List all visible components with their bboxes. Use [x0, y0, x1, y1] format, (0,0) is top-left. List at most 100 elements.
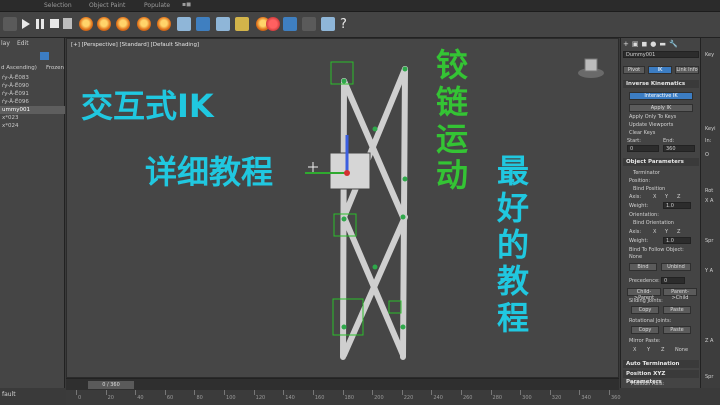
panel2-label: Spr	[705, 238, 714, 244]
title-hinge-motion: 铰链运动	[435, 46, 468, 195]
mirror-none-radio[interactable]: None	[675, 347, 688, 353]
timeline-tick-label: 260	[462, 395, 473, 401]
display-icon-1[interactable]	[283, 17, 297, 31]
object-name-field[interactable]: Dummy001	[623, 51, 699, 58]
end-label: End:	[663, 138, 675, 144]
child-parent-button[interactable]: Child->Parent	[627, 288, 661, 301]
orient-axis-x-checkbox[interactable]: X	[653, 229, 656, 235]
particle-icon-3[interactable]	[116, 17, 130, 31]
list-item-selected[interactable]: ummy001	[0, 106, 65, 114]
command-panel: +▣◼●▬🔧 Dummy001 Pivot IK Link Info Inver…	[620, 38, 700, 388]
menu-populate[interactable]: Populate	[144, 2, 170, 9]
frozen-column-header[interactable]: Frozen	[46, 65, 64, 71]
tab-pivot[interactable]: Pivot	[623, 66, 645, 74]
truss-frame	[340, 66, 408, 360]
trackbar[interactable]: 0 20 40 60 80 100 120 140 160 180 200 220 240 260 280 3…	[66, 390, 621, 405]
timeline-tick-label: 0	[78, 395, 82, 401]
menu-object-paint[interactable]: Object Paint	[89, 2, 125, 9]
tab-ik[interactable]: IK	[648, 66, 672, 74]
orient-axis-z-checkbox[interactable]: Z	[677, 229, 680, 235]
list-item[interactable]: ŕy-Â-Ë083	[0, 74, 65, 82]
unbind-button[interactable]: Unbind	[661, 263, 691, 271]
selected-dummy	[305, 135, 371, 190]
layer-label[interactable]: fault	[2, 391, 16, 398]
section-inverse-kinematics[interactable]: Inverse Kinematics	[623, 80, 699, 88]
mirror-z-radio[interactable]: Z	[661, 347, 664, 353]
panel2-label: Keyi	[705, 126, 716, 132]
apply-only-keys-checkbox[interactable]: Apply Only To Keys	[629, 114, 676, 120]
record-icon[interactable]	[266, 17, 280, 31]
orient-weight-field[interactable]: 1.0	[663, 237, 691, 244]
terminator-checkbox[interactable]: Terminator	[633, 170, 660, 176]
viewport-label[interactable]: [+] [Perspective] [Standard] [Default Sh…	[71, 42, 199, 48]
filter-dropdown-icon[interactable]	[40, 52, 49, 60]
bind-position-checkbox[interactable]: Bind Position	[633, 186, 665, 192]
list-item[interactable]: ŕy-Â-Ë090	[0, 82, 65, 90]
orient-axis-y-checkbox[interactable]: Y	[665, 229, 668, 235]
timeline-tick-label: 360	[611, 395, 621, 401]
rotational-paste-button[interactable]: Paste	[663, 326, 691, 334]
timeline-tick	[224, 390, 226, 395]
orientation-label: Orientation:	[629, 212, 659, 218]
timeline-tick-label: 160	[314, 395, 325, 401]
weight-field[interactable]: 1.0	[663, 202, 691, 209]
bind-button[interactable]: Bind	[629, 263, 657, 271]
interactive-ik-button[interactable]: Interactive IK	[629, 92, 693, 100]
position-label: Position:	[629, 178, 651, 184]
menu-selection[interactable]: Selection	[44, 2, 72, 9]
end-field[interactable]: 360	[663, 145, 695, 152]
sliding-joints-label: Sliding Joints:	[629, 298, 663, 304]
precedence-field[interactable]: 0	[661, 277, 685, 284]
particle-icon-1[interactable]	[79, 17, 93, 31]
list-item[interactable]: x*024	[0, 122, 65, 130]
force-icon-1[interactable]	[177, 17, 191, 31]
pause-icon[interactable]	[36, 19, 39, 29]
explorer-tab-display[interactable]: lay	[1, 40, 10, 47]
display-icon-3[interactable]	[321, 17, 335, 31]
help-icon[interactable]: ?	[340, 17, 347, 32]
time-slider[interactable]: 0 / 360	[88, 381, 134, 389]
section-object-parameters[interactable]: Object Parameters	[623, 158, 699, 166]
particle-icon-2[interactable]	[97, 17, 111, 31]
axis-z-checkbox[interactable]: Z	[677, 194, 680, 200]
trash-icon[interactable]	[63, 18, 72, 29]
force-icon-4[interactable]	[235, 17, 249, 31]
timeline-tick	[549, 390, 551, 395]
timeline-tick	[194, 390, 196, 395]
bind-orientation-checkbox[interactable]: Bind Orientation	[633, 220, 674, 226]
force-icon-2[interactable]	[196, 17, 210, 31]
apply-ik-button[interactable]: Apply IK	[629, 104, 693, 112]
mirror-x-radio[interactable]: X	[633, 347, 636, 353]
perspective-viewport[interactable]: [+] [Perspective] [Standard] [Default Sh…	[66, 38, 619, 378]
section-auto-termination[interactable]: Auto Termination	[623, 360, 699, 368]
update-viewports-checkbox[interactable]: Update Viewports	[629, 122, 673, 128]
axis-y-checkbox[interactable]: Y	[665, 194, 668, 200]
axis-x-checkbox[interactable]: X	[653, 194, 656, 200]
particle-icon-4[interactable]	[137, 17, 151, 31]
particle-icon-5[interactable]	[157, 17, 171, 31]
command-panel-tabs[interactable]: +▣◼●▬🔧	[623, 40, 699, 48]
mirror-y-radio[interactable]: Y	[647, 347, 650, 353]
rotational-copy-button[interactable]: Copy	[631, 326, 659, 334]
section-position-xyz[interactable]: Position XYZ Parameters	[623, 370, 699, 385]
list-item[interactable]: ŕy-Â-Ë096	[0, 98, 65, 106]
play-icon[interactable]	[22, 19, 30, 29]
sliding-paste-button[interactable]: Paste	[663, 306, 691, 314]
parent-child-button[interactable]: Parent->Child	[663, 288, 697, 301]
list-item[interactable]: ŕy-Â-Ë091	[0, 90, 65, 98]
timeline-tick-label: 60	[166, 395, 174, 401]
timeline-tick	[164, 390, 166, 395]
force-icon-3[interactable]	[216, 17, 230, 31]
tab-link-info[interactable]: Link Info	[675, 66, 699, 74]
timeline-tick	[135, 390, 137, 395]
toggle-icon[interactable]: ▪◼	[182, 1, 191, 8]
start-label: Start:	[627, 138, 641, 144]
sliding-copy-button[interactable]: Copy	[631, 306, 659, 314]
frame-back-icon[interactable]	[3, 17, 17, 31]
start-field[interactable]: 0	[627, 145, 659, 152]
list-item[interactable]: x*023	[0, 114, 65, 122]
display-icon-2[interactable]	[302, 17, 316, 31]
stop-icon[interactable]	[50, 19, 59, 28]
explorer-tab-edit[interactable]: Edit	[17, 40, 29, 47]
clear-keys-checkbox[interactable]: Clear Keys	[629, 130, 655, 136]
